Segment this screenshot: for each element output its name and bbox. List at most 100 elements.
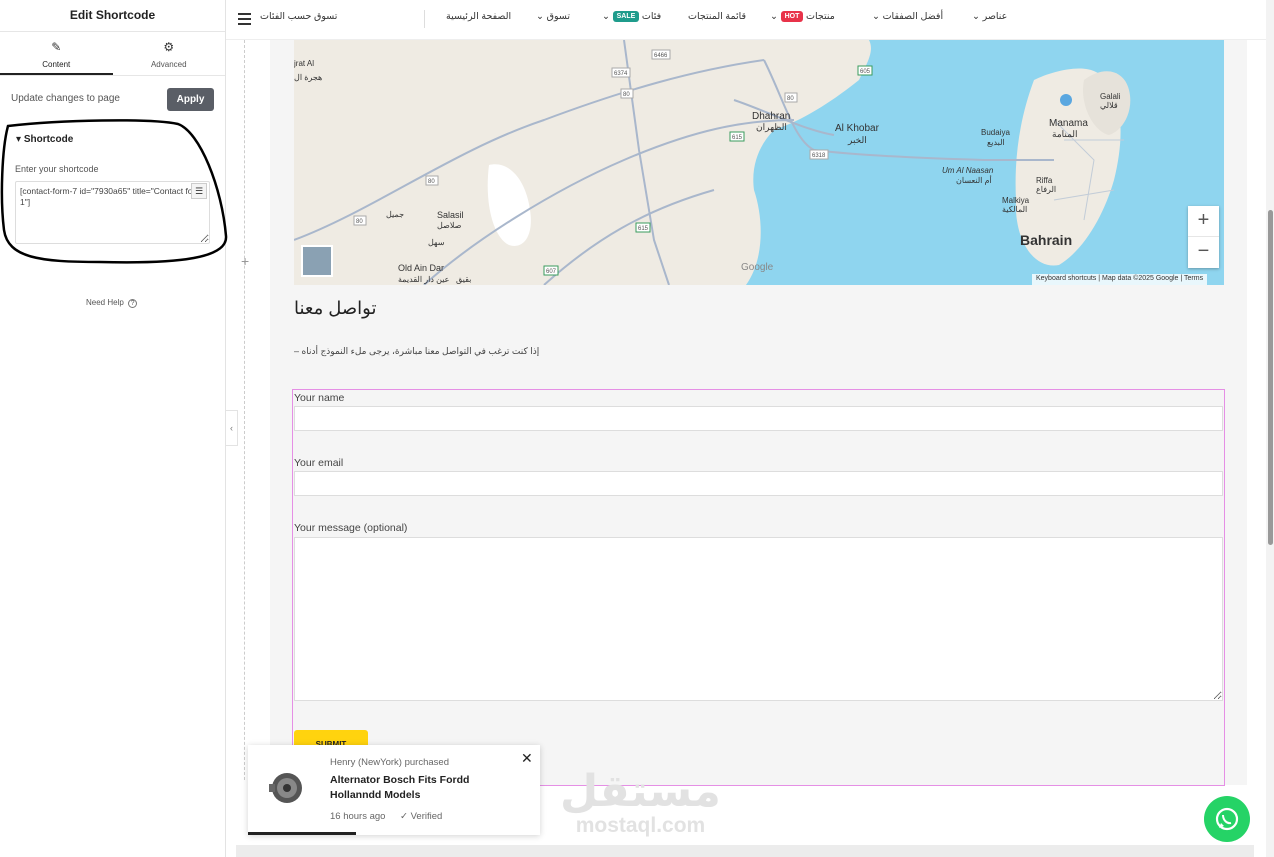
map-label-manama: Manama <box>1049 118 1088 129</box>
scrollbar-thumb[interactable] <box>1268 210 1273 545</box>
tab-advanced-label: Advanced <box>150 60 187 69</box>
map-label-sahl: سهل <box>428 238 445 247</box>
map-label-budaiya-ar: البديع <box>987 138 1005 147</box>
collapse-panel-button[interactable]: ‹ <box>226 410 238 446</box>
map-label-jamil: جميل <box>386 210 404 219</box>
terms-link[interactable]: Terms <box>1184 275 1203 282</box>
map-label-bahrain: Bahrain <box>1020 232 1072 248</box>
message-input[interactable] <box>294 537 1223 701</box>
map-label-galali: Galali <box>1100 92 1121 101</box>
mostaql-watermark: مستقل mostaql.com <box>560 770 721 838</box>
whatsapp-button[interactable] <box>1204 796 1250 842</box>
map-label-salasil: Salasil <box>437 210 464 220</box>
need-help-label: Need Help <box>86 298 124 307</box>
shortcode-section: ▾ Shortcode Enter your shortcode [contac… <box>0 128 226 258</box>
map-label-umalnaasan-ar: أم النعسان <box>956 174 992 185</box>
map-label-malkiya-ar: المالكية <box>1002 205 1027 214</box>
map-label-alkhobar: Al Khobar <box>835 123 880 134</box>
zoom-in-button[interactable]: + <box>1188 206 1219 237</box>
name-input[interactable] <box>294 406 1223 431</box>
map-label-oldaindar-ar: عين دار القديمة <box>398 275 449 284</box>
nav-home[interactable]: الصفحة الرئيسية <box>446 11 511 22</box>
notification-progress <box>248 832 356 835</box>
map-label-jrat-ar: هجرة ال <box>294 73 322 82</box>
map-label-bqayq: بقيق <box>456 275 471 284</box>
contact-title: تواصل معنا <box>294 298 377 318</box>
hot-badge: HOT <box>780 11 804 22</box>
map-label-budaiya: Budaiya <box>981 128 1010 137</box>
keyboard-shortcuts-link[interactable]: Keyboard shortcuts <box>1036 275 1096 282</box>
shortcode-section-title: Shortcode <box>23 134 74 145</box>
nav-categories-menu[interactable]: ⌄ SALE فئات <box>602 11 661 22</box>
dynamic-tags-icon[interactable]: ☰ <box>191 183 207 199</box>
nav-best-deals[interactable]: ⌄ أفضل الصفقات <box>872 11 943 22</box>
nav-products[interactable]: ⌄ HOT منتجات <box>770 11 835 22</box>
question-icon: ? <box>128 299 138 308</box>
message-label: Your message (optional) <box>294 522 408 534</box>
location-pin-icon[interactable] <box>1060 94 1072 106</box>
shortcode-section-header[interactable]: ▾ Shortcode <box>16 134 73 145</box>
map-data-text: Map data ©2025 Google <box>1102 275 1179 282</box>
verified-label: Verified <box>410 811 443 822</box>
road-80c: 80 <box>428 179 435 185</box>
panel-tabs: ✎ Content ⚙ Advanced <box>0 32 225 76</box>
map-label-malkiya: Malkiya <box>1002 196 1030 205</box>
editor-panel: Edit Shortcode ✎ Content ⚙ Advanced Upda… <box>0 0 228 857</box>
map-footer: Keyboard shortcuts | Map data ©2025 Goog… <box>1032 274 1208 285</box>
map-label-oldaindar: Old Ain Dar <box>398 263 444 273</box>
nav-product-list[interactable]: قائمة المنتجات <box>688 11 746 22</box>
road-6374: 6374 <box>614 71 628 77</box>
google-map[interactable]: jrat Al هجرة ال Dhahran الظهران Al Khoba… <box>294 40 1224 285</box>
map-label-dhahran-ar: الظهران <box>756 122 787 133</box>
contact-form: Your name Your email Your message (optio… <box>292 389 1225 786</box>
shortcode-label: Enter your shortcode <box>15 164 99 174</box>
shortcode-input[interactable]: [contact-form-7 id="7930a65" title="Cont… <box>15 181 210 244</box>
google-logo: Google <box>741 262 774 273</box>
map-label-umalnaasan: Um Al Naasan <box>942 166 994 175</box>
map-label-galali-ar: قلالي <box>1100 101 1118 110</box>
page-scrollbar[interactable] <box>1266 0 1274 857</box>
panel-title: Edit Shortcode <box>0 0 225 32</box>
road-80a: 80 <box>623 92 630 98</box>
notification-buyer: Henry (NewYork) purchased <box>330 757 449 768</box>
road-607: 607 <box>546 269 557 275</box>
street-view-thumbnail[interactable] <box>301 245 333 277</box>
need-help-link[interactable]: Need Help ? <box>86 298 138 308</box>
road-80b: 80 <box>787 96 794 102</box>
gear-icon: ⚙ <box>163 40 175 54</box>
nav-elements[interactable]: ⌄ عناصر <box>972 11 1007 22</box>
update-label: Update changes to page <box>11 93 120 104</box>
nav-shop[interactable]: ⌄ تسوق <box>536 11 570 22</box>
map-label-alkhobar-ar: الخبر <box>847 135 867 146</box>
apply-button[interactable]: Apply <box>167 88 214 111</box>
name-label: Your name <box>294 392 345 404</box>
notification-time: 16 hours ago <box>330 811 386 822</box>
map-label-riffa: Riffa <box>1036 176 1053 185</box>
pencil-icon: ✎ <box>51 40 62 54</box>
zoom-out-button[interactable]: − <box>1188 237 1219 268</box>
map-label-manama-ar: المنامة <box>1052 129 1078 139</box>
watermark-arabic: مستقل <box>560 767 721 816</box>
menu-icon[interactable] <box>238 13 251 28</box>
alternator-product-image[interactable] <box>266 767 308 809</box>
nav-divider <box>424 10 425 28</box>
watermark-latin: mostaql.com <box>575 814 706 837</box>
email-input[interactable] <box>294 471 1223 496</box>
email-label: Your email <box>294 457 344 469</box>
verified-status: ✓ Verified <box>400 811 442 822</box>
map-label-dhahran: Dhahran <box>752 111 790 122</box>
section-guide-line <box>244 40 245 780</box>
nav-categories[interactable]: تسوق حسب الفئات <box>260 11 337 22</box>
page-footer-strip <box>236 845 1254 857</box>
tab-content-label: Content <box>42 60 71 69</box>
road-615b: 615 <box>638 226 649 232</box>
check-circle-icon: ✓ <box>400 811 408 822</box>
map-label-jrat: jrat Al <box>294 59 314 68</box>
nav-categories-menu-label: فئات <box>641 11 662 23</box>
tab-advanced[interactable]: ⚙ Advanced <box>113 32 226 75</box>
notification-product[interactable]: Alternator Bosch Fits Fordd Hollanndd Mo… <box>330 773 510 802</box>
map-graphic: jrat Al هجرة ال Dhahran الظهران Al Khoba… <box>294 40 1224 285</box>
tab-content[interactable]: ✎ Content <box>0 32 113 75</box>
add-section-icon[interactable]: + <box>241 253 249 269</box>
close-icon[interactable]: ✕ <box>521 750 533 767</box>
